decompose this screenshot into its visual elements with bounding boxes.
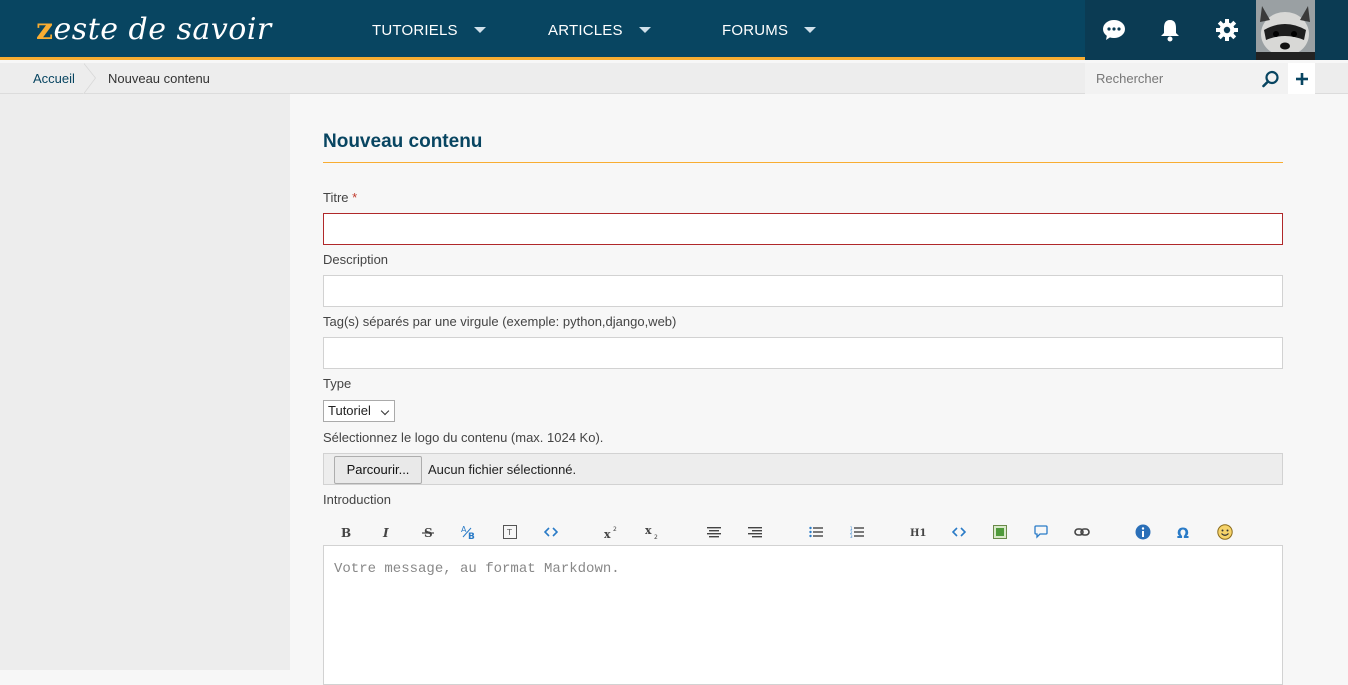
search-icon[interactable] (1258, 66, 1284, 92)
superscript-icon[interactable]: x2 (600, 520, 624, 544)
strikethrough-icon[interactable]: S (416, 520, 440, 544)
description-field[interactable] (323, 275, 1283, 307)
svg-text:3: 3 (850, 534, 853, 538)
svg-text:Ω: Ω (1177, 526, 1189, 539)
chevron-down-icon (804, 27, 817, 33)
chevron-down-icon (380, 406, 390, 416)
nav-forums[interactable]: FORUMS (722, 0, 817, 60)
sidebar (0, 94, 290, 670)
site-logo[interactable]: zeste de savoir (36, 10, 272, 50)
nav-forums-label: FORUMS (722, 21, 789, 39)
code-inline-icon[interactable] (539, 520, 563, 544)
tags-field[interactable] (323, 337, 1283, 369)
svg-text:2: 2 (613, 526, 617, 533)
nav-tutoriels[interactable]: TUTORIELS (372, 0, 486, 60)
align-right-icon[interactable] (743, 520, 767, 544)
italic-icon[interactable]: I (375, 520, 399, 544)
new-content-button[interactable] (1288, 63, 1315, 94)
titre-label: Titre * (323, 190, 357, 205)
link-icon[interactable] (1070, 520, 1094, 544)
gear-icon[interactable] (1212, 15, 1242, 45)
svg-text:S: S (424, 526, 433, 538)
subscript-icon[interactable]: x2 (641, 520, 665, 544)
breadcrumb-separator-inner (83, 63, 95, 94)
titre-field[interactable] (323, 213, 1283, 245)
bold-icon[interactable]: B (334, 520, 358, 544)
heading-icon[interactable]: H1 (906, 520, 930, 544)
nav-tutoriels-label: TUTORIELS (372, 21, 458, 39)
page-title: Nouveau contenu (323, 131, 1283, 163)
plus-icon (1295, 72, 1308, 85)
messages-icon[interactable] (1099, 15, 1129, 45)
quote-icon[interactable] (1029, 520, 1053, 544)
type-select-value: Tutoriel (328, 403, 371, 418)
logo-label: Sélectionnez le logo du contenu (max. 10… (323, 430, 604, 445)
svg-text:A: A (461, 525, 467, 534)
keyboard-key-icon[interactable]: T (498, 520, 522, 544)
svg-text:x: x (645, 525, 652, 537)
type-select[interactable]: Tutoriel (323, 400, 395, 422)
bullet-list-icon[interactable] (804, 520, 828, 544)
svg-text:x: x (604, 528, 611, 539)
logo-text: este de savoir (53, 12, 272, 47)
description-label: Description (323, 252, 389, 267)
svg-text:B: B (341, 526, 351, 538)
image-icon[interactable] (988, 520, 1012, 544)
svg-text:H1: H1 (910, 528, 926, 538)
nav-articles[interactable]: ARTICLES (548, 0, 651, 60)
numbered-list-icon[interactable]: 123 (845, 520, 869, 544)
required-mark: * (352, 190, 358, 205)
bell-icon[interactable] (1155, 15, 1185, 45)
avatar[interactable] (1256, 0, 1315, 60)
svg-text:I: I (382, 526, 389, 538)
smiley-icon[interactable] (1213, 520, 1237, 544)
info-icon[interactable] (1131, 520, 1155, 544)
introduction-label: Introduction (323, 492, 391, 507)
search-input[interactable] (1085, 63, 1255, 94)
align-center-icon[interactable] (702, 520, 726, 544)
chevron-down-icon (473, 27, 486, 33)
file-status: Aucun fichier sélectionné. (428, 462, 577, 477)
tags-label: Tag(s) séparés par une virgule (exemple:… (323, 314, 677, 329)
chevron-down-icon (638, 27, 651, 33)
svg-text:T: T (506, 528, 512, 537)
type-label: Type (323, 376, 352, 391)
markdown-toolbar: B I S AB T x2 x2 123 H1 Ω (323, 520, 1283, 544)
svg-text:B: B (468, 532, 475, 540)
breadcrumb-current: Nouveau contenu (108, 71, 210, 86)
browse-button[interactable]: Parcourir... (334, 456, 422, 484)
titre-label-text: Titre (323, 190, 349, 205)
breadcrumb-home-link[interactable]: Accueil (33, 63, 75, 94)
nav-articles-label: ARTICLES (548, 21, 623, 39)
code-block-icon[interactable] (947, 520, 971, 544)
special-chars-icon[interactable]: Ω (1172, 520, 1196, 544)
introduction-editor[interactable] (323, 545, 1283, 685)
svg-text:2: 2 (654, 534, 658, 539)
abbreviation-icon[interactable]: AB (457, 520, 481, 544)
